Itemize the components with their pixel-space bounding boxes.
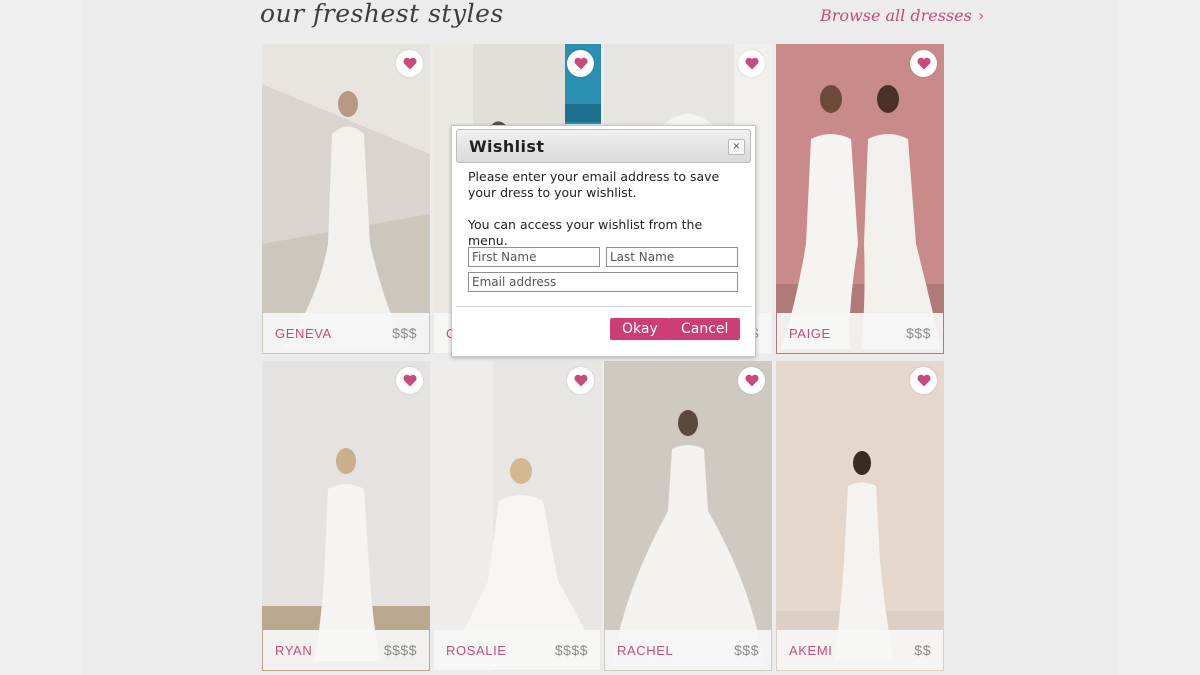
email-field[interactable] xyxy=(468,272,738,292)
heart-icon xyxy=(916,374,931,387)
dialog-title: Wishlist xyxy=(469,137,545,156)
last-name-field[interactable] xyxy=(606,247,738,267)
dialog-separator xyxy=(456,306,751,307)
heart-icon xyxy=(573,57,588,70)
heart-icon xyxy=(402,374,417,387)
browse-all-dresses-link[interactable]: Browse all dresses › xyxy=(820,6,984,25)
dress-caption: PAIGE $$$ xyxy=(777,313,943,353)
dress-price: $$$ xyxy=(734,642,759,658)
dress-card-rachel[interactable]: RACHEL $$$ xyxy=(604,361,772,671)
dress-name: RYAN xyxy=(275,642,313,658)
cancel-button[interactable]: Cancel xyxy=(669,318,741,340)
browse-link-label: Browse all dresses xyxy=(820,6,972,25)
dress-photo xyxy=(604,361,772,671)
dress-name: GENEVA xyxy=(275,325,332,341)
wishlist-heart-button[interactable] xyxy=(910,367,937,394)
heart-icon xyxy=(402,57,417,70)
dialog-message: Please enter your email address to save … xyxy=(468,169,720,200)
dialog-message-menu-hint: You can access your wishlist from the me… xyxy=(468,217,703,248)
wishlist-heart-button[interactable] xyxy=(910,50,937,77)
dress-price: $$$ xyxy=(392,325,417,341)
dress-caption: AKEMI $$ xyxy=(777,630,943,670)
dress-name: PAIGE xyxy=(789,325,831,341)
dress-price: $$$$ xyxy=(383,642,417,658)
heart-icon xyxy=(916,57,931,70)
dress-price: $$ xyxy=(914,642,931,658)
dress-card-akemi[interactable]: AKEMI $$ xyxy=(776,361,944,671)
dress-name: ROSALIE xyxy=(446,642,507,658)
dress-photo xyxy=(433,361,601,671)
wishlist-heart-button[interactable] xyxy=(396,367,423,394)
wishlist-heart-button[interactable] xyxy=(738,50,765,77)
dress-photo xyxy=(262,361,430,671)
wishlist-heart-button[interactable] xyxy=(396,50,423,77)
dress-price: $$$$ xyxy=(554,642,588,658)
dress-card-paige[interactable]: PAIGE $$$ xyxy=(776,44,944,354)
dress-photo xyxy=(776,361,944,671)
chevron-right-icon: › xyxy=(977,6,985,25)
dress-photo xyxy=(776,44,944,354)
dress-card-rosalie[interactable]: ROSALIE $$$$ xyxy=(433,361,601,671)
first-name-field[interactable] xyxy=(468,247,600,267)
wishlist-dialog: Wishlist × Please enter your email addre… xyxy=(451,125,756,357)
dress-photo xyxy=(262,44,430,354)
dress-name: AKEMI xyxy=(789,642,833,658)
heart-icon xyxy=(573,374,588,387)
section-title: our freshest styles xyxy=(260,0,504,28)
dialog-titlebar[interactable]: Wishlist × xyxy=(456,129,751,163)
dress-card-geneva[interactable]: GENEVA $$$ xyxy=(262,44,430,354)
heart-icon xyxy=(744,57,759,70)
dress-name: RACHEL xyxy=(617,642,674,658)
dress-caption: RACHEL $$$ xyxy=(605,630,771,670)
heart-icon xyxy=(744,374,759,387)
close-icon[interactable]: × xyxy=(728,139,745,155)
wishlist-heart-button[interactable] xyxy=(738,367,765,394)
okay-button[interactable]: Okay xyxy=(610,318,670,340)
dress-caption: ROSALIE $$$$ xyxy=(434,630,600,670)
dress-caption: RYAN $$$$ xyxy=(263,630,429,670)
dress-caption: GENEVA $$$ xyxy=(263,313,429,353)
wishlist-heart-button[interactable] xyxy=(567,367,594,394)
dress-price: $$$ xyxy=(906,325,931,341)
dress-card-ryan[interactable]: RYAN $$$$ xyxy=(262,361,430,671)
wishlist-heart-button[interactable] xyxy=(567,50,594,77)
